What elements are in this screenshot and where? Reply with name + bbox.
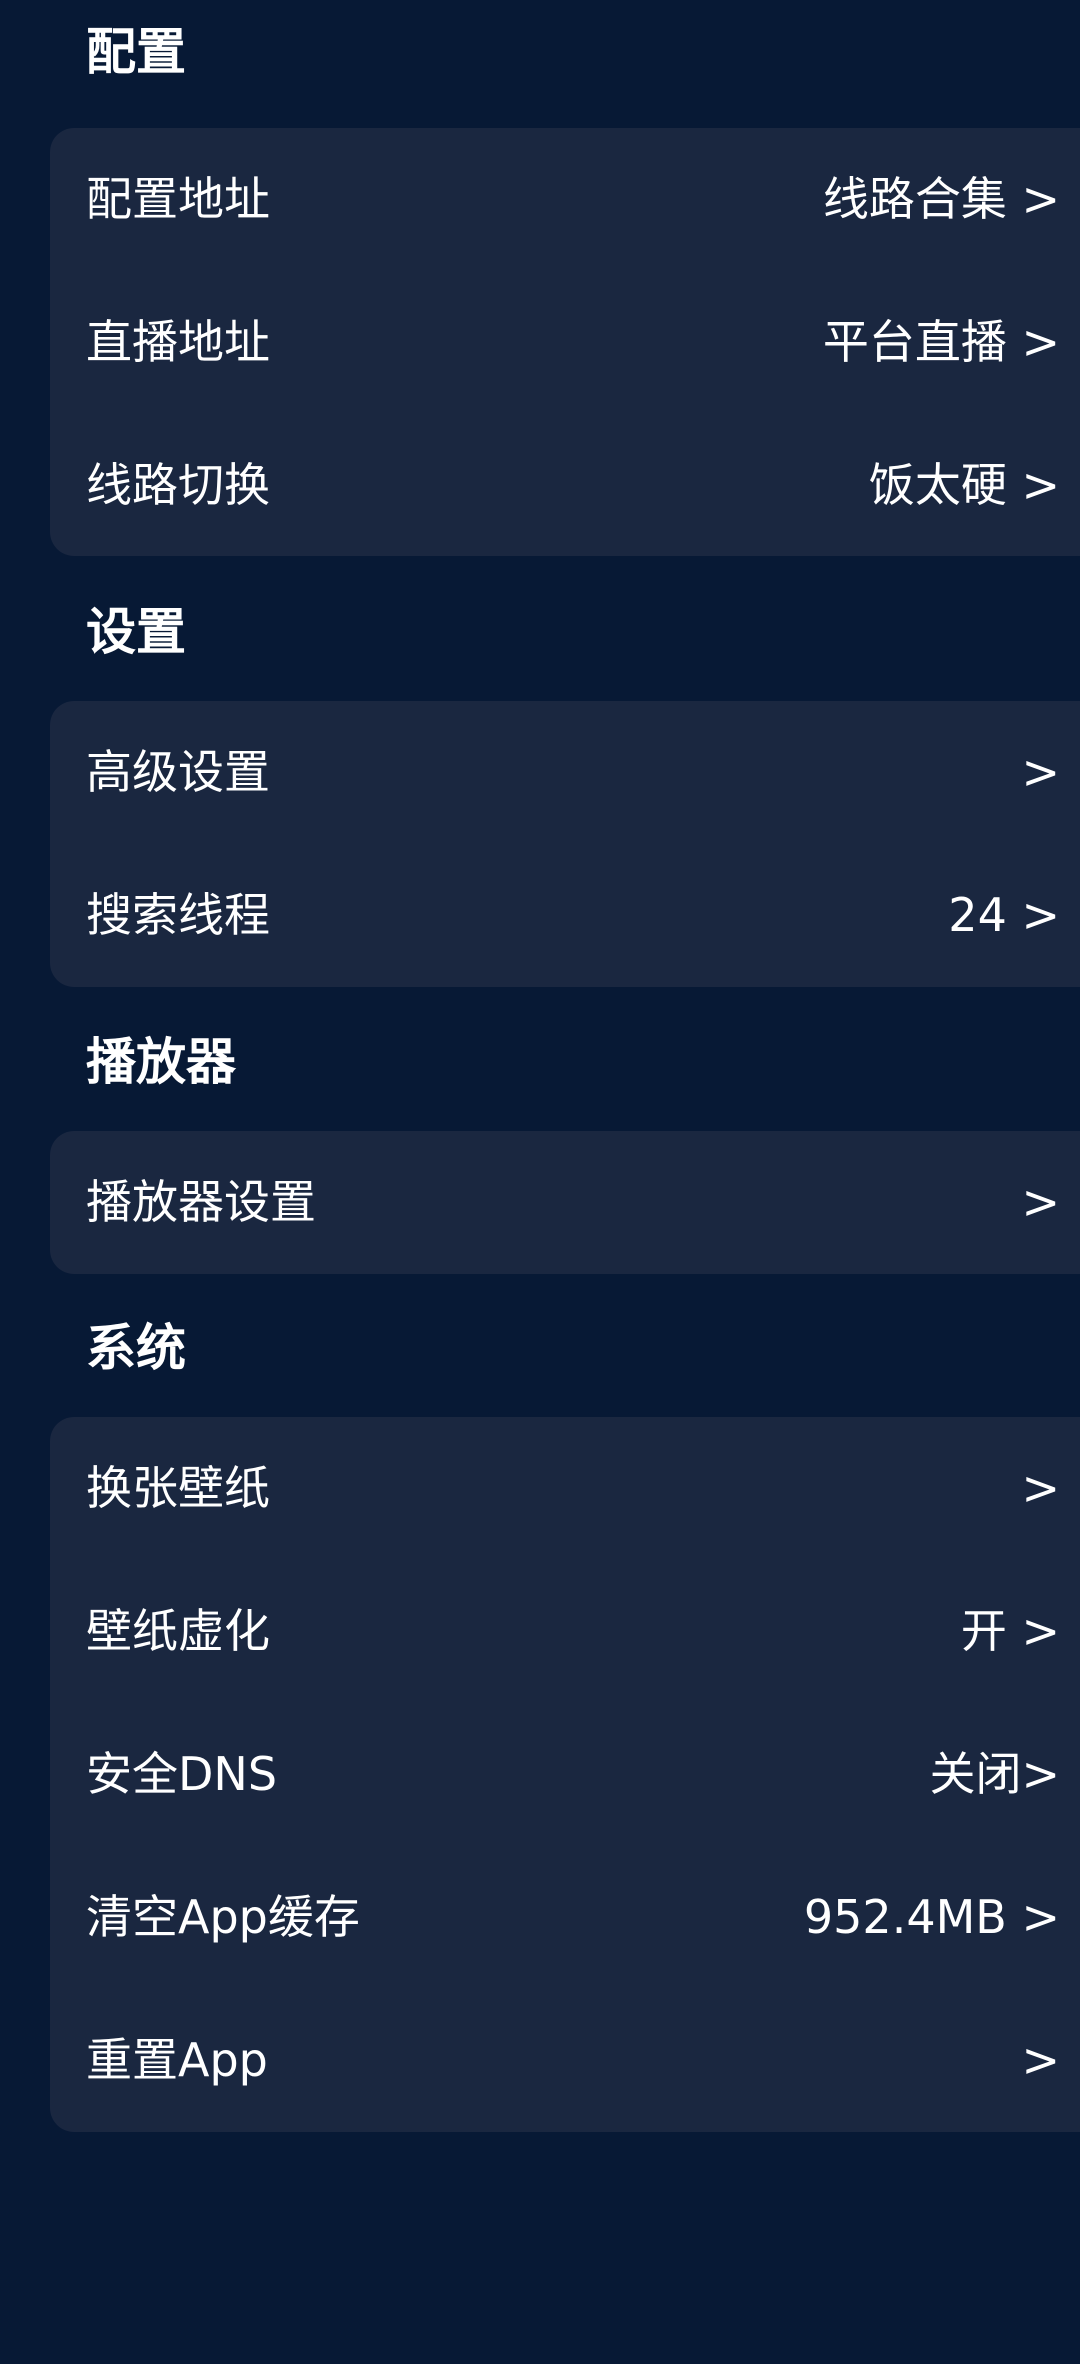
settings-card: 高级设置 > 搜索线程 24 > bbox=[50, 701, 1080, 987]
line-switch-value: 饭太硬 > bbox=[868, 458, 1060, 512]
clear-cache-row[interactable]: 清空App缓存 952.4MB > bbox=[50, 1846, 1080, 1988]
search-threads-row[interactable]: 搜索线程 24 > bbox=[50, 844, 1080, 986]
reset-app-label: 重置App bbox=[86, 2033, 268, 2087]
config-url-label: 配置地址 bbox=[86, 172, 270, 226]
section-title-settings: 设置 bbox=[86, 603, 186, 661]
config-url-row[interactable]: 配置地址 线路合集 > bbox=[50, 128, 1080, 270]
change-wallpaper-row[interactable]: 换张壁纸 > bbox=[50, 1417, 1080, 1559]
advanced-settings-row[interactable]: 高级设置 > bbox=[50, 701, 1080, 843]
wallpaper-blur-row[interactable]: 壁纸虚化 开 > bbox=[50, 1560, 1080, 1702]
system-card: 换张壁纸 > 壁纸虚化 开 > 安全DNS 关闭> 清空App缓存 952.4M… bbox=[50, 1417, 1080, 2132]
live-url-label: 直播地址 bbox=[86, 315, 270, 369]
advanced-settings-label: 高级设置 bbox=[86, 745, 270, 799]
reset-app-value: > bbox=[1021, 2033, 1060, 2087]
search-threads-value: 24 > bbox=[948, 888, 1060, 942]
config-url-value: 线路合集 > bbox=[822, 172, 1060, 226]
wallpaper-blur-value: 开 > bbox=[960, 1604, 1060, 1658]
advanced-settings-value: > bbox=[1021, 745, 1060, 799]
section-title-config: 配置 bbox=[86, 23, 186, 81]
line-switch-row[interactable]: 线路切换 饭太硬 > bbox=[50, 414, 1080, 556]
change-wallpaper-label: 换张壁纸 bbox=[86, 1461, 270, 1515]
secure-dns-label: 安全DNS bbox=[86, 1747, 278, 1801]
search-threads-label: 搜索线程 bbox=[86, 888, 270, 942]
live-url-row[interactable]: 直播地址 平台直播 > bbox=[50, 271, 1080, 413]
line-switch-label: 线路切换 bbox=[86, 458, 270, 512]
clear-cache-value: 952.4MB > bbox=[803, 1890, 1060, 1944]
config-card: 配置地址 线路合集 > 直播地址 平台直播 > 线路切换 饭太硬 > bbox=[50, 128, 1080, 556]
wallpaper-blur-label: 壁纸虚化 bbox=[86, 1604, 270, 1658]
clear-cache-label: 清空App缓存 bbox=[86, 1890, 360, 1944]
section-title-player: 播放器 bbox=[86, 1033, 236, 1091]
player-card: 播放器设置 > bbox=[50, 1131, 1080, 1274]
player-settings-value: > bbox=[1021, 1175, 1060, 1229]
player-settings-label: 播放器设置 bbox=[86, 1175, 316, 1229]
secure-dns-value: 关闭> bbox=[929, 1747, 1060, 1801]
settings-screen: 配置 配置地址 线路合集 > 直播地址 平台直播 > 线路切换 饭太硬 > 设置… bbox=[0, 0, 1080, 2364]
secure-dns-row[interactable]: 安全DNS 关闭> bbox=[50, 1703, 1080, 1845]
live-url-value: 平台直播 > bbox=[822, 315, 1060, 369]
reset-app-row[interactable]: 重置App > bbox=[50, 1989, 1080, 2131]
player-settings-row[interactable]: 播放器设置 > bbox=[50, 1131, 1080, 1273]
section-title-system: 系统 bbox=[86, 1319, 186, 1377]
change-wallpaper-value: > bbox=[1021, 1461, 1060, 1515]
